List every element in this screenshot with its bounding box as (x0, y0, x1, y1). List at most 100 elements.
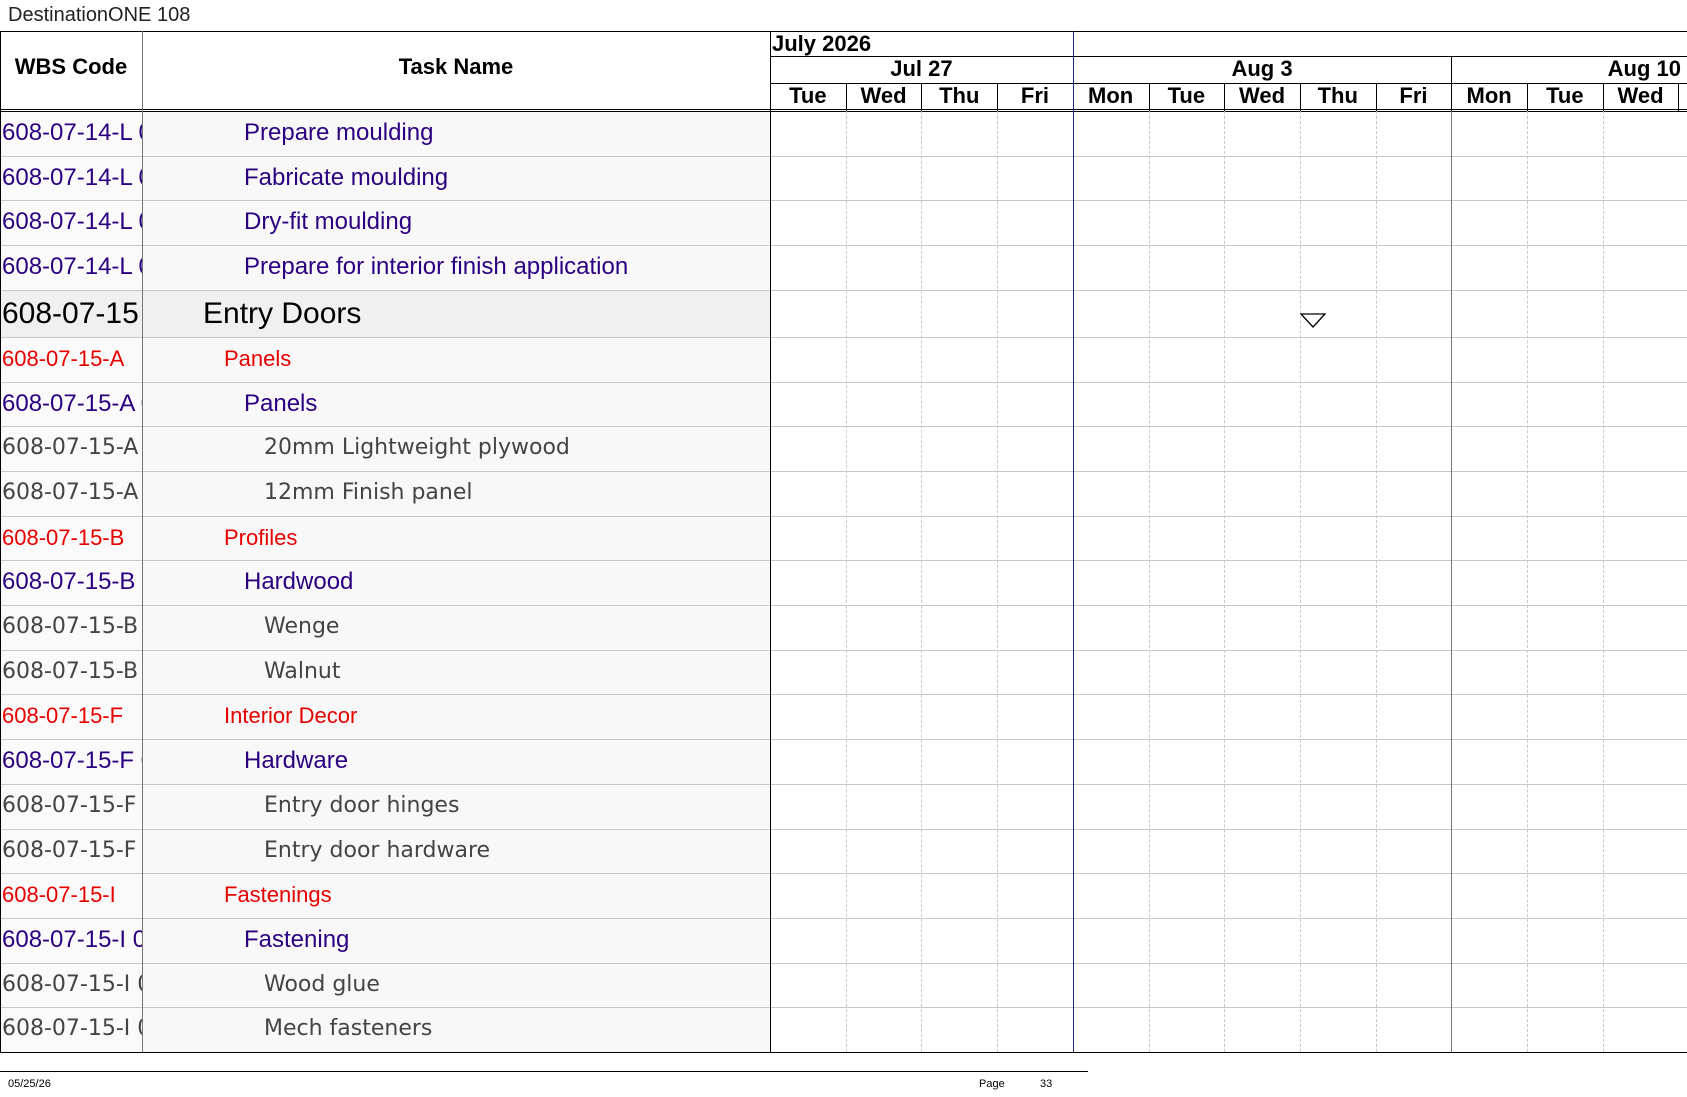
task-name: Fastenings (224, 882, 332, 908)
row-divider (0, 336, 1687, 338)
task-name: 12mm Finish panel (264, 479, 473, 505)
table-row[interactable]: 608-07-15-B Profiles (0, 515, 770, 561)
table-row[interactable]: 608-07-15-B 0 Hardwood (0, 560, 770, 605)
row-background (142, 111, 770, 156)
wbs-code: 608-07-15-F 01 (2, 837, 142, 863)
wbs-code: 608-07-14-L 0 (2, 208, 142, 236)
row-divider (0, 1007, 1687, 1009)
row-divider (0, 605, 1687, 606)
day-divider (921, 111, 923, 1052)
row-background (142, 739, 770, 784)
wbs-code: 608-07-15-A 0 (2, 389, 142, 417)
grid-line (1451, 56, 1453, 111)
row-background (142, 962, 770, 1008)
task-name: Entry Doors (203, 296, 362, 330)
wbs-code: 608-07-15-F 01 (2, 792, 142, 818)
row-background (142, 649, 770, 695)
row-divider (0, 470, 1687, 472)
task-name: Entry door hardware (264, 837, 491, 863)
day-divider (1678, 83, 1680, 111)
row-background (142, 605, 770, 650)
task-name: Fabricate moulding (244, 163, 449, 191)
day-divider (1148, 111, 1150, 1052)
task-name: Dry-fit moulding (244, 208, 413, 236)
table-row[interactable]: 608-07-15-F 01 Entry door hinges (0, 783, 770, 829)
task-name: Prepare for interior finish application (244, 253, 629, 281)
table-row[interactable]: 608-07-15-I 01 Mech fasteners (0, 1007, 770, 1052)
table-row[interactable]: 608-07-15-A 01 12mm Finish panel (0, 470, 770, 516)
table-row[interactable]: 608-07-14-L 0 Dry-fit moulding (0, 200, 770, 246)
day-label: Tue (789, 83, 827, 108)
task-name: Wenge (264, 614, 340, 639)
wbs-code: 608-07-14-L 0 (2, 163, 142, 191)
table-row[interactable]: 608-07-15-B 01 Walnut (0, 649, 770, 695)
day-label: Wed (1239, 83, 1286, 108)
task-name: Prepare moulding (244, 119, 434, 146)
table-row[interactable]: 608-07-15-I Fastenings (0, 873, 770, 918)
day-label: Wed (1617, 83, 1664, 108)
week-label: Jul 27 (890, 56, 953, 81)
task-column-header[interactable]: Task Name (142, 31, 770, 103)
footer-date: 05/25/26 (8, 1078, 51, 1090)
wbs-code: 608-07-15-I 0 (2, 925, 142, 953)
wbs-code: 608-07-15-B (2, 524, 125, 550)
day-divider (1602, 83, 1604, 111)
table-row[interactable]: 608-07-15 Entry Doors (0, 289, 770, 337)
table-row[interactable]: 608-07-14-L 0 Prepare moulding (0, 111, 770, 156)
wbs-code: 608-07-15-B 0 (2, 568, 142, 596)
day-label: Mon (1466, 83, 1512, 108)
table-row[interactable]: 608-07-15-I 0 Fastening (0, 917, 770, 963)
table-row[interactable]: 608-07-14-L 0 Prepare for interior finish… (0, 245, 770, 290)
grid-line (0, 1052, 1687, 1053)
task-name: Panels (244, 389, 318, 417)
row-divider (0, 917, 1687, 919)
table-row[interactable]: 608-07-15-F 01 Entry door hardware (0, 828, 770, 874)
day-divider (1602, 111, 1604, 1052)
row-background (142, 1007, 770, 1052)
task-name: Hardwood (244, 568, 354, 596)
wbs-code: 608-07-15-I 01 (2, 1016, 142, 1042)
wbs-code: 608-07-15 (2, 296, 139, 330)
wbs-code: 608-07-15-A 01 (2, 435, 142, 461)
wbs-code: 608-07-15-I (2, 882, 116, 908)
row-background (142, 917, 770, 963)
day-divider (997, 111, 999, 1052)
day-divider (1375, 111, 1377, 1052)
table-row[interactable]: 608-07-15-A 0 Panels (0, 381, 770, 427)
table-row[interactable]: 608-07-15-A 01 20mm Lightweight plywood (0, 426, 770, 471)
table-row[interactable]: 608-07-15-F 0 Hardware (0, 739, 770, 784)
table-row[interactable]: 608-07-14-L 0 Fabricate moulding (0, 155, 770, 201)
table-row[interactable]: 608-07-15-I 01 Wood glue (0, 962, 770, 1008)
day-label: Mon (1088, 83, 1134, 108)
day-divider (1527, 83, 1528, 111)
grid-line (770, 31, 771, 1052)
day-divider (1224, 111, 1226, 1052)
row-divider (0, 962, 1687, 964)
table-row[interactable]: 608-07-15-B 01 Wenge (0, 605, 770, 650)
wbs-code: 608-07-14-L 0 (2, 119, 142, 146)
milestone-icon[interactable] (1300, 313, 1326, 329)
day-divider (921, 83, 923, 111)
row-background (142, 381, 770, 427)
table-row[interactable]: 608-07-15-F Interior Decor (0, 694, 770, 740)
row-divider (0, 649, 1687, 651)
footer-page-number: 33 (1040, 1078, 1053, 1090)
row-divider (0, 200, 1687, 202)
task-name: Entry door hinges (264, 792, 460, 818)
grid-line (0, 111, 1687, 112)
row-divider (0, 245, 1687, 247)
week-divider (1072, 31, 1074, 1052)
day-label: Tue (1167, 83, 1206, 108)
grid-line (0, 31, 1, 1052)
wbs-code: 608-07-15-A 01 (2, 479, 142, 505)
wbs-code: 608-07-15-F 0 (2, 747, 142, 775)
row-divider (0, 155, 1687, 157)
task-name: 20mm Lightweight plywood (264, 435, 570, 461)
row-divider (0, 515, 1687, 517)
week-divider (1451, 111, 1453, 1052)
day-divider (845, 111, 847, 1052)
table-row[interactable]: 608-07-15-A Panels (0, 336, 770, 382)
task-name: Walnut (264, 658, 341, 684)
row-background (142, 200, 770, 246)
wbs-column-header[interactable]: WBS Code (0, 31, 142, 103)
